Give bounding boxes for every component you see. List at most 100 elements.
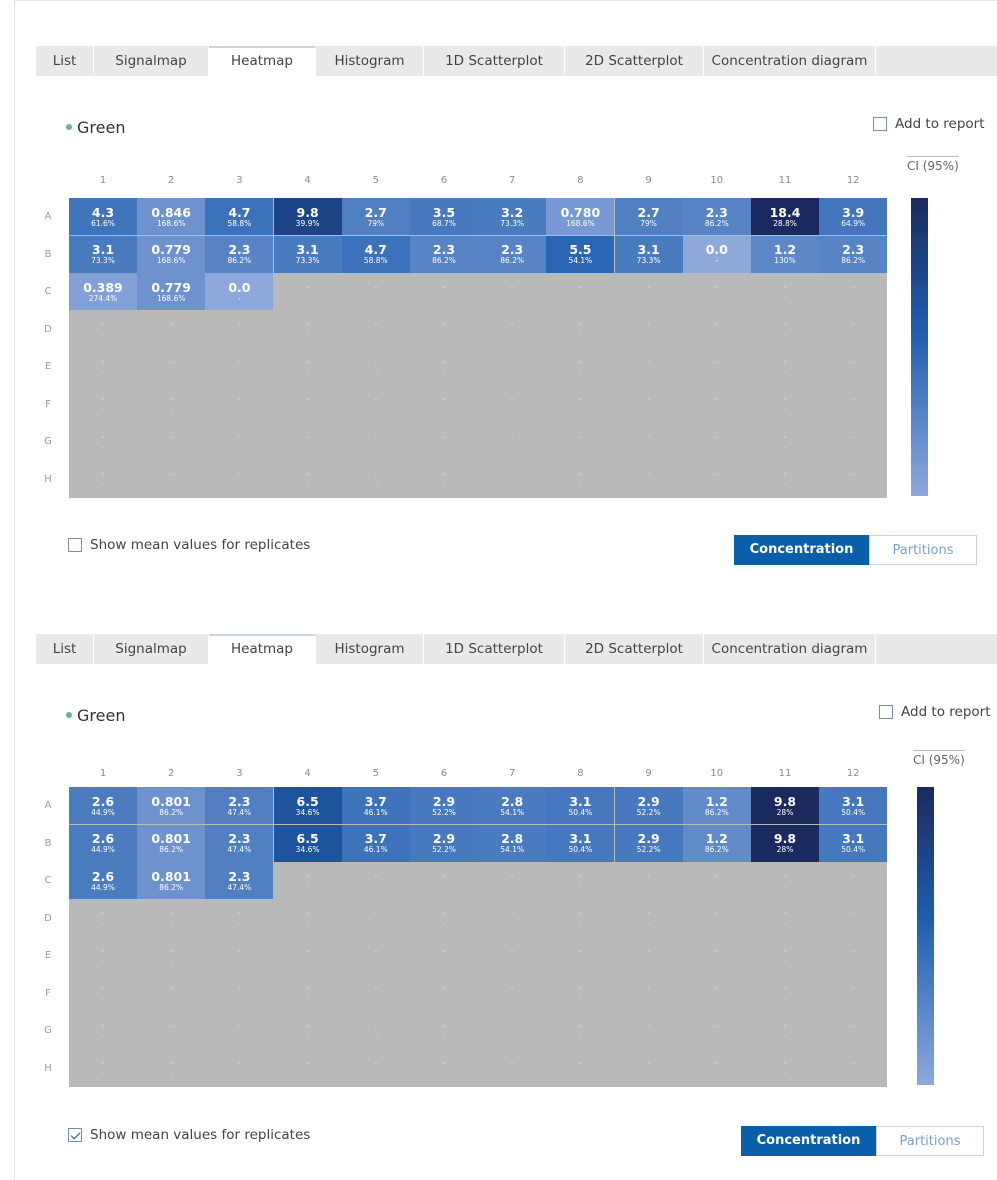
heatmap-cell-F7[interactable]: -- <box>478 975 546 1012</box>
tab-heatmap[interactable]: Heatmap <box>209 46 316 76</box>
heatmap-cell-F3[interactable]: -- <box>205 386 273 423</box>
heatmap-cell-G11[interactable]: -- <box>751 423 819 460</box>
heatmap-cell-E12[interactable]: -- <box>819 348 887 385</box>
heatmap-cell-D11[interactable]: -- <box>751 900 819 937</box>
heatmap-cell-H10[interactable]: -- <box>683 1050 751 1087</box>
heatmap-cell-C10[interactable]: -- <box>683 273 751 310</box>
heatmap-cell-F6[interactable]: -- <box>410 386 478 423</box>
heatmap-cell-H11[interactable]: -- <box>751 1050 819 1087</box>
heatmap-cell-C5[interactable]: -- <box>342 862 410 899</box>
heatmap-cell-G8[interactable]: -- <box>546 423 614 460</box>
heatmap-cell-B7[interactable]: 2.8 54.1% <box>478 824 547 862</box>
heatmap-cell-F10[interactable]: -- <box>683 386 751 423</box>
heatmap-cell-E4[interactable]: -- <box>274 348 342 385</box>
heatmap-cell-A4[interactable]: 9.8 39.9% <box>273 198 342 235</box>
heatmap-cell-H2[interactable]: -- <box>137 1050 205 1087</box>
heatmap-cell-H6[interactable]: -- <box>410 1050 478 1087</box>
heatmap-cell-A10[interactable]: 1.2 86.2% <box>682 787 751 824</box>
tab-2d-scatterplot[interactable]: 2D Scatterplot <box>565 46 704 76</box>
tab-list[interactable]: List <box>36 634 94 664</box>
heatmap-cell-A4[interactable]: 6.5 34.6% <box>273 787 342 824</box>
heatmap-cell-E9[interactable]: -- <box>615 937 683 974</box>
heatmap-cell-H4[interactable]: -- <box>274 1050 342 1087</box>
tab-concentration-diagram[interactable]: Concentration diagram <box>704 634 876 664</box>
heatmap-cell-A7[interactable]: 3.2 73.3% <box>478 198 547 235</box>
heatmap-cell-H3[interactable]: -- <box>205 1050 273 1087</box>
heatmap-cell-E6[interactable]: -- <box>410 937 478 974</box>
heatmap-cell-H9[interactable]: -- <box>615 1050 683 1087</box>
heatmap-cell-H5[interactable]: -- <box>342 1050 410 1087</box>
concentration-button[interactable]: Concentration <box>741 1126 876 1156</box>
heatmap-cell-A9[interactable]: 2.9 52.2% <box>614 787 683 824</box>
heatmap-cell-B5[interactable]: 3.7 46.1% <box>341 824 410 862</box>
heatmap-cell-H8[interactable]: -- <box>546 1050 614 1087</box>
heatmap-cell-G8[interactable]: -- <box>546 1012 614 1049</box>
heatmap-cell-F11[interactable]: -- <box>751 386 819 423</box>
heatmap-cell-C4[interactable]: -- <box>274 273 342 310</box>
heatmap-cell-B1[interactable]: 2.6 44.9% <box>69 824 137 862</box>
heatmap-cell-B8[interactable]: 3.1 50.4% <box>546 824 615 862</box>
heatmap-cell-G4[interactable]: -- <box>274 1012 342 1049</box>
heatmap-cell-G7[interactable]: -- <box>478 1012 546 1049</box>
tab-histogram[interactable]: Histogram <box>316 46 424 76</box>
heatmap-cell-C1[interactable]: 0.389 274.4% <box>69 273 137 310</box>
heatmap-cell-B6[interactable]: 2.9 52.2% <box>410 824 478 862</box>
heatmap-cell-E2[interactable]: -- <box>137 937 205 974</box>
heatmap-cell-H8[interactable]: -- <box>546 461 614 498</box>
heatmap-cell-G6[interactable]: -- <box>410 423 478 460</box>
add-to-report-checkbox[interactable]: Add to report <box>873 116 985 132</box>
heatmap-cell-D7[interactable]: -- <box>478 311 546 348</box>
heatmap-cell-A6[interactable]: 2.9 52.2% <box>410 787 478 824</box>
checkbox-box[interactable] <box>68 1128 82 1142</box>
heatmap-cell-H1[interactable]: -- <box>69 461 137 498</box>
heatmap-cell-F12[interactable]: -- <box>819 386 887 423</box>
heatmap-cell-A8[interactable]: 0.780 168.6% <box>546 198 615 235</box>
heatmap-cell-A8[interactable]: 3.1 50.4% <box>546 787 615 824</box>
heatmap-cell-G1[interactable]: -- <box>69 1012 137 1049</box>
heatmap-cell-D10[interactable]: -- <box>683 311 751 348</box>
heatmap-cell-F7[interactable]: -- <box>478 386 546 423</box>
heatmap-cell-G11[interactable]: -- <box>751 1012 819 1049</box>
heatmap-cell-C2[interactable]: 0.779 168.6% <box>137 273 206 310</box>
heatmap-cell-F9[interactable]: -- <box>615 386 683 423</box>
heatmap-cell-H5[interactable]: -- <box>342 461 410 498</box>
heatmap-cell-C8[interactable]: -- <box>546 862 614 899</box>
heatmap-cell-B10[interactable]: 0.0- <box>682 235 751 273</box>
heatmap-cell-D9[interactable]: -- <box>615 900 683 937</box>
heatmap-cell-E11[interactable]: -- <box>751 348 819 385</box>
heatmap-cell-G3[interactable]: -- <box>205 423 273 460</box>
heatmap-cell-A5[interactable]: 3.7 46.1% <box>341 787 410 824</box>
heatmap-cell-G12[interactable]: -- <box>819 1012 887 1049</box>
heatmap-cell-E7[interactable]: -- <box>478 348 546 385</box>
heatmap-cell-A11[interactable]: 9.8 28% <box>751 787 819 824</box>
heatmap-cell-H3[interactable]: -- <box>205 461 273 498</box>
heatmap-cell-G2[interactable]: -- <box>137 1012 205 1049</box>
heatmap-cell-C12[interactable]: -- <box>819 862 887 899</box>
heatmap-cell-F4[interactable]: -- <box>274 386 342 423</box>
heatmap-cell-A2[interactable]: 0.801 86.2% <box>137 787 206 824</box>
heatmap-cell-H12[interactable]: -- <box>819 1050 887 1087</box>
heatmap-cell-F2[interactable]: -- <box>137 386 205 423</box>
heatmap-cell-B3[interactable]: 2.3 47.4% <box>205 824 274 862</box>
heatmap-cell-B5[interactable]: 4.7 58.8% <box>341 235 410 273</box>
heatmap-cell-G6[interactable]: -- <box>410 1012 478 1049</box>
heatmap-cell-H12[interactable]: -- <box>819 461 887 498</box>
heatmap-cell-H2[interactable]: -- <box>137 461 205 498</box>
heatmap-cell-C8[interactable]: -- <box>546 273 614 310</box>
heatmap-cell-D6[interactable]: -- <box>410 311 478 348</box>
heatmap-cell-F4[interactable]: -- <box>274 975 342 1012</box>
heatmap-cell-A1[interactable]: 2.6 44.9% <box>69 787 137 824</box>
tab-list[interactable]: List <box>36 46 94 76</box>
heatmap-cell-D2[interactable]: -- <box>137 311 205 348</box>
tab-signalmap[interactable]: Signalmap <box>94 46 209 76</box>
heatmap-cell-A5[interactable]: 2.7 79% <box>341 198 410 235</box>
heatmap-cell-C3[interactable]: 2.3 47.4% <box>205 862 274 899</box>
heatmap-cell-B10[interactable]: 1.2 86.2% <box>682 824 751 862</box>
heatmap-cell-A3[interactable]: 4.7 58.8% <box>205 198 274 235</box>
heatmap-cell-H11[interactable]: -- <box>751 461 819 498</box>
heatmap-cell-G10[interactable]: -- <box>683 423 751 460</box>
heatmap-cell-A12[interactable]: 3.1 50.4% <box>819 787 888 824</box>
heatmap-cell-C9[interactable]: -- <box>615 273 683 310</box>
heatmap-cell-E3[interactable]: -- <box>205 348 273 385</box>
heatmap-cell-C5[interactable]: -- <box>342 273 410 310</box>
